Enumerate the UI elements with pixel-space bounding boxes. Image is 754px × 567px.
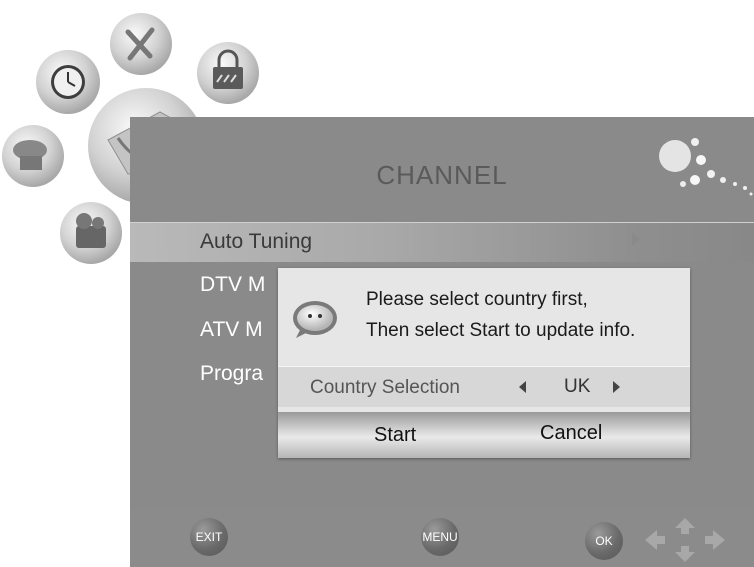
arrow-right-icon[interactable]: [613, 381, 620, 393]
tools-icon[interactable]: [110, 13, 172, 75]
country-selection-label: Country Selection: [310, 377, 460, 398]
decorative-dots-icon: [659, 138, 753, 196]
clock-icon[interactable]: [36, 50, 100, 114]
navigation-arrows-icon: [645, 518, 725, 562]
menu-item-atv[interactable]: ATV M: [200, 318, 263, 342]
ok-button[interactable]: OK: [585, 522, 623, 560]
dialog-message-line1: Please select country first,: [366, 289, 588, 310]
country-value[interactable]: UK: [564, 376, 590, 398]
menu-button[interactable]: MENU: [421, 518, 459, 556]
dialog-message-line2: Then select Start to update info.: [366, 320, 636, 341]
cancel-button[interactable]: Cancel: [540, 422, 602, 445]
arrow-left-icon[interactable]: [519, 381, 526, 393]
menu-item-dtv[interactable]: DTV M: [200, 273, 265, 297]
menu-item-programme[interactable]: Progra: [200, 362, 263, 386]
menu-arrow-right-icon: [632, 232, 640, 246]
start-button[interactable]: Start: [374, 424, 416, 447]
lock-icon[interactable]: [197, 42, 259, 104]
dialog-button-row: Start Cancel: [278, 412, 690, 458]
country-dialog: Please select country first, Then select…: [278, 268, 690, 458]
country-selection-row[interactable]: Country Selection UK: [278, 366, 690, 407]
menu-item-auto-tuning[interactable]: Auto Tuning: [200, 230, 312, 254]
camera-icon[interactable]: [60, 202, 122, 264]
message-bubble-icon: [293, 301, 337, 338]
sound-icon[interactable]: [2, 125, 64, 187]
exit-button[interactable]: EXIT: [190, 518, 228, 556]
